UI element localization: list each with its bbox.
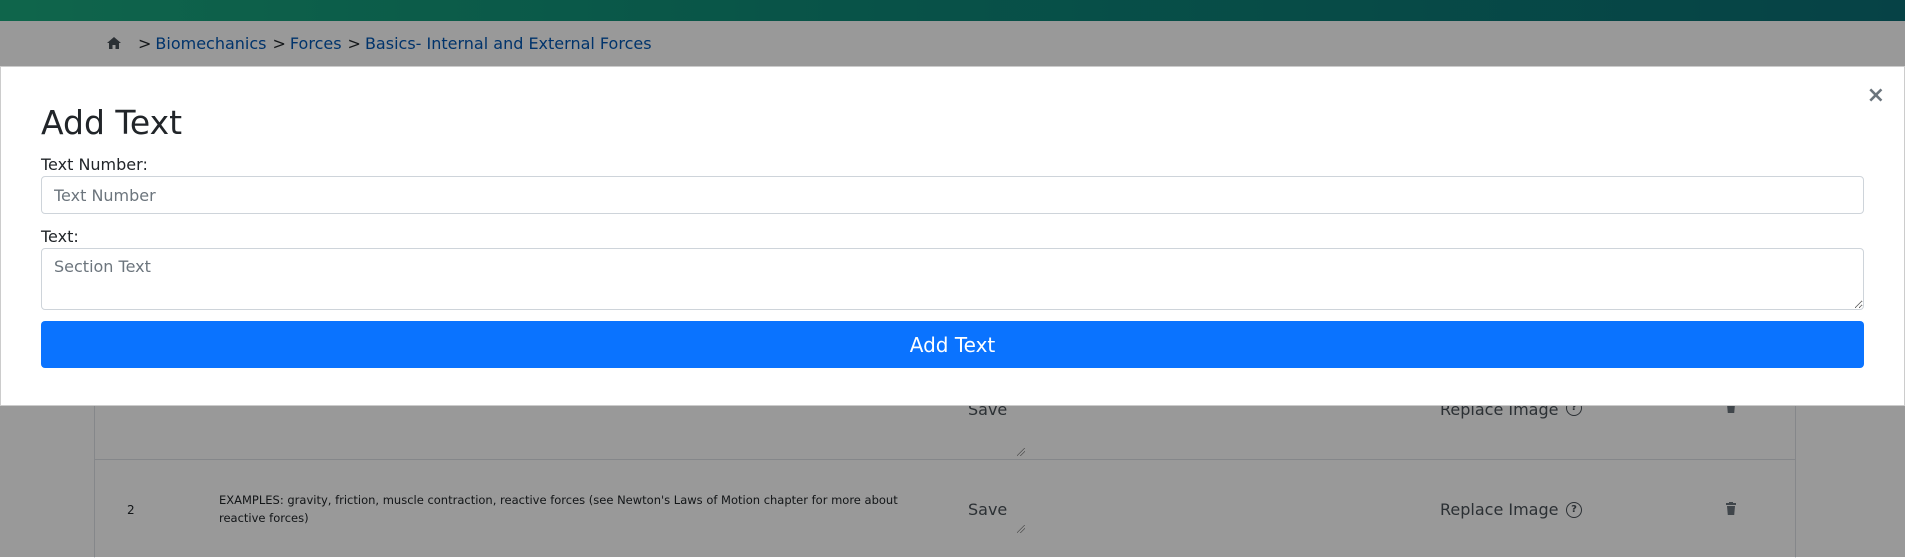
text-label: Text:: [41, 227, 79, 246]
section-text-input[interactable]: [41, 248, 1864, 310]
modal-title: Add Text: [41, 103, 183, 142]
text-number-label: Text Number:: [41, 155, 148, 174]
add-text-button[interactable]: Add Text: [41, 321, 1864, 368]
close-button[interactable]: ×: [1867, 85, 1885, 107]
text-number-input[interactable]: [41, 176, 1864, 214]
add-text-modal: × Add Text Text Number: Text: Add Text: [0, 66, 1905, 406]
